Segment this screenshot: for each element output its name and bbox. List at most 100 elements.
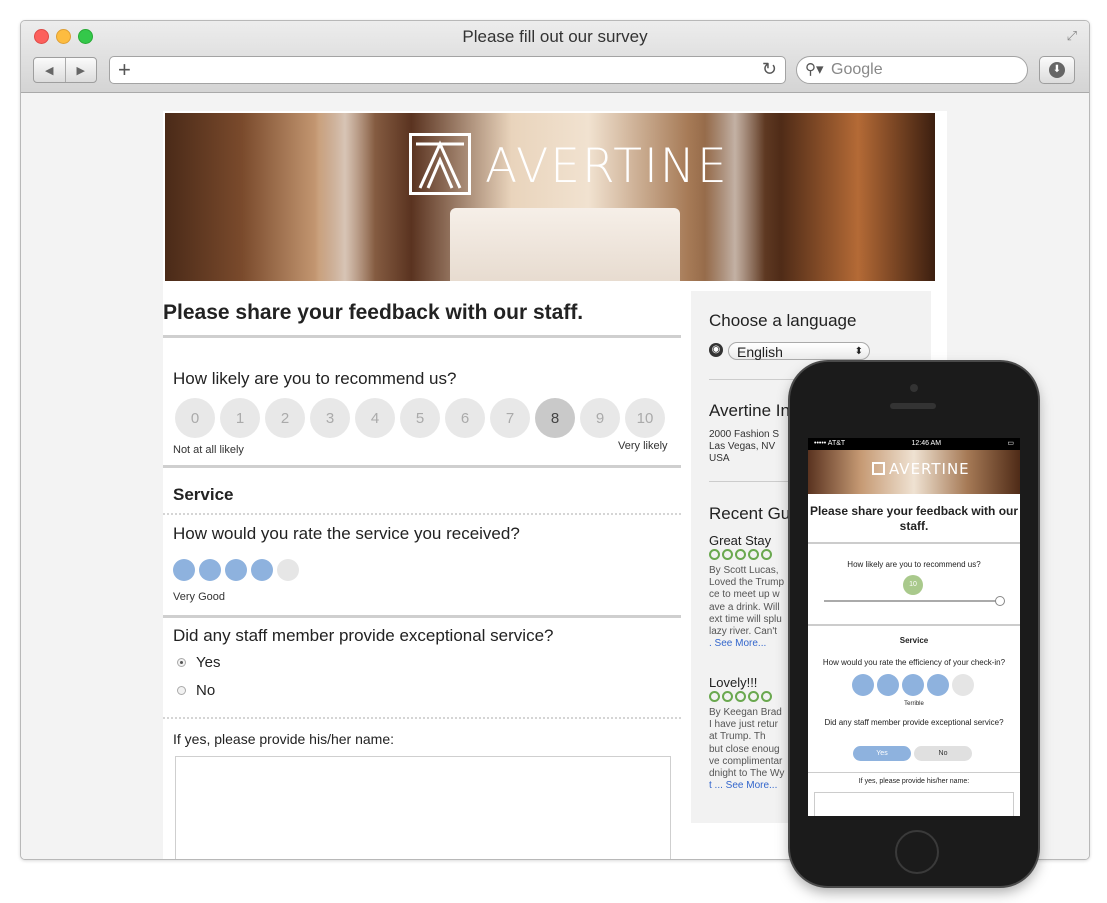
phone-rating-label: Terrible xyxy=(904,701,924,707)
home-button[interactable] xyxy=(895,830,939,874)
rating-circle[interactable] xyxy=(852,674,874,696)
search-icon: ⚲▾ xyxy=(805,61,824,78)
divider xyxy=(163,615,681,618)
phone-staff-question: Did any staff member provide exceptional… xyxy=(824,718,1004,727)
reload-icon[interactable]: ↻ xyxy=(762,59,777,80)
clock: 12:46 AM xyxy=(911,440,942,447)
info-heading: Avertine In xyxy=(709,401,790,420)
phone-screen: ••••• AT&T 12:46 AM ▭ AVERTINE Please sh… xyxy=(808,438,1020,816)
canopy-drape xyxy=(315,113,375,281)
phone-brand-text: AVERTINE xyxy=(889,460,970,478)
section-title: Service xyxy=(173,485,234,504)
rating-circle[interactable] xyxy=(902,674,924,696)
rating-circle[interactable] xyxy=(251,559,273,581)
rating-circle[interactable] xyxy=(877,674,899,696)
divider xyxy=(808,772,1020,773)
page-title: Please share your feedback with our staf… xyxy=(163,301,584,324)
reviews-heading: Recent Gu xyxy=(709,504,791,523)
divider xyxy=(163,465,681,468)
radio-no-label: No xyxy=(196,682,216,699)
language-select[interactable]: English ⬍ xyxy=(728,342,870,360)
search-field[interactable]: ⚲▾ Google xyxy=(796,56,1028,84)
divider xyxy=(163,513,681,515)
language-heading: Choose a language xyxy=(709,311,857,330)
downloads-button[interactable]: ⬇ xyxy=(1039,56,1075,84)
radio-yes-label: Yes xyxy=(196,654,221,671)
phone-nps-question: How likely are you to recommend us? xyxy=(847,560,981,569)
phone-section-title: Service xyxy=(899,636,929,645)
hero-banner: AVERTINE xyxy=(165,113,935,281)
select-arrows-icon: ⬍ xyxy=(854,346,863,357)
battery-icon: ▭ xyxy=(1007,440,1014,447)
rating-circle[interactable] xyxy=(277,559,299,581)
review-rating xyxy=(709,691,772,702)
radio-no[interactable]: No xyxy=(177,682,215,699)
rating-circle[interactable] xyxy=(225,559,247,581)
brand-logo: AVERTINE xyxy=(485,139,729,194)
forward-button[interactable]: ▶ xyxy=(64,58,97,82)
rating-circle[interactable] xyxy=(927,674,949,696)
carrier-label: ••••• AT&T xyxy=(814,440,846,447)
forward-icon: ▶ xyxy=(76,64,85,77)
logo-mark-icon xyxy=(409,133,471,195)
phone-no-button[interactable]: No xyxy=(914,746,972,761)
divider xyxy=(808,624,1020,626)
address-line: USA xyxy=(709,453,730,464)
radio-yes-dot[interactable] xyxy=(177,658,186,667)
phone-slider-knob[interactable] xyxy=(995,596,1005,606)
nps-option[interactable]: 3 xyxy=(310,398,350,438)
speaker-grille xyxy=(890,403,936,409)
address-line: Las Vegas, NV xyxy=(709,441,776,452)
nps-question: How likely are you to recommend us? xyxy=(173,369,457,388)
status-bar: ••••• AT&T 12:46 AM ▭ xyxy=(808,438,1020,450)
radio-no-dot[interactable] xyxy=(177,686,186,695)
camera-icon xyxy=(910,384,918,392)
nps-high-label: Very likely xyxy=(618,440,668,452)
phone-checkin-question: How would you rate the efficiency of you… xyxy=(822,658,1006,667)
phone-page-title: Please share your feedback with our staf… xyxy=(809,504,1019,533)
divider xyxy=(163,335,681,338)
logo-mark-icon xyxy=(872,462,885,475)
phone-nps-value: 10 xyxy=(903,575,923,595)
nps-low-label: Not at all likely xyxy=(173,444,244,456)
phone-name-prompt: If yes, please provide his/her name: xyxy=(858,778,970,785)
phone-name-input[interactable] xyxy=(814,792,1014,816)
search-placeholder: Google xyxy=(831,61,883,78)
nps-option[interactable]: 4 xyxy=(355,398,395,438)
plus-icon[interactable]: + xyxy=(118,57,131,83)
nps-scale: 0 1 2 3 4 5 6 7 8 9 10 xyxy=(175,398,665,438)
back-button[interactable]: ◀ xyxy=(34,58,65,82)
nps-option[interactable]: 0 xyxy=(175,398,215,438)
nps-option[interactable]: 5 xyxy=(400,398,440,438)
divider xyxy=(163,717,681,719)
phone-mockup: ••••• AT&T 12:46 AM ▭ AVERTINE Please sh… xyxy=(790,362,1038,886)
phone-rating xyxy=(852,674,974,696)
nps-option[interactable]: 9 xyxy=(580,398,620,438)
rating-circle[interactable] xyxy=(952,674,974,696)
nps-option[interactable]: 1 xyxy=(220,398,260,438)
language-value: English xyxy=(737,344,783,360)
service-question: How would you rate the service you recei… xyxy=(173,524,520,543)
staff-name-input[interactable] xyxy=(175,756,671,859)
rating-circle[interactable] xyxy=(173,559,195,581)
rating-circle[interactable] xyxy=(199,559,221,581)
radio-yes[interactable]: Yes xyxy=(177,654,220,671)
nps-option[interactable]: 2 xyxy=(265,398,305,438)
address-bar[interactable]: + ↻ xyxy=(109,56,786,84)
staff-question: Did any staff member provide exceptional… xyxy=(173,626,554,645)
nps-option[interactable]: 8 xyxy=(535,398,575,438)
phone-brand-logo: AVERTINE xyxy=(872,460,970,478)
globe-icon: ◉ xyxy=(709,343,723,357)
bed-image xyxy=(450,208,680,281)
name-prompt: If yes, please provide his/her name: xyxy=(173,731,395,747)
nps-option[interactable]: 7 xyxy=(490,398,530,438)
phone-hero-banner: AVERTINE xyxy=(808,450,1020,494)
nps-option[interactable]: 6 xyxy=(445,398,485,438)
review-title: Lovely!!! xyxy=(709,675,758,690)
download-icon: ⬇ xyxy=(1049,62,1065,78)
nps-option[interactable]: 10 xyxy=(625,398,665,438)
phone-yes-button[interactable]: Yes xyxy=(853,746,911,761)
phone-nps-slider[interactable] xyxy=(824,600,998,602)
review-rating xyxy=(709,549,772,560)
fullscreen-icon[interactable]: ⤢ xyxy=(1067,28,1077,44)
